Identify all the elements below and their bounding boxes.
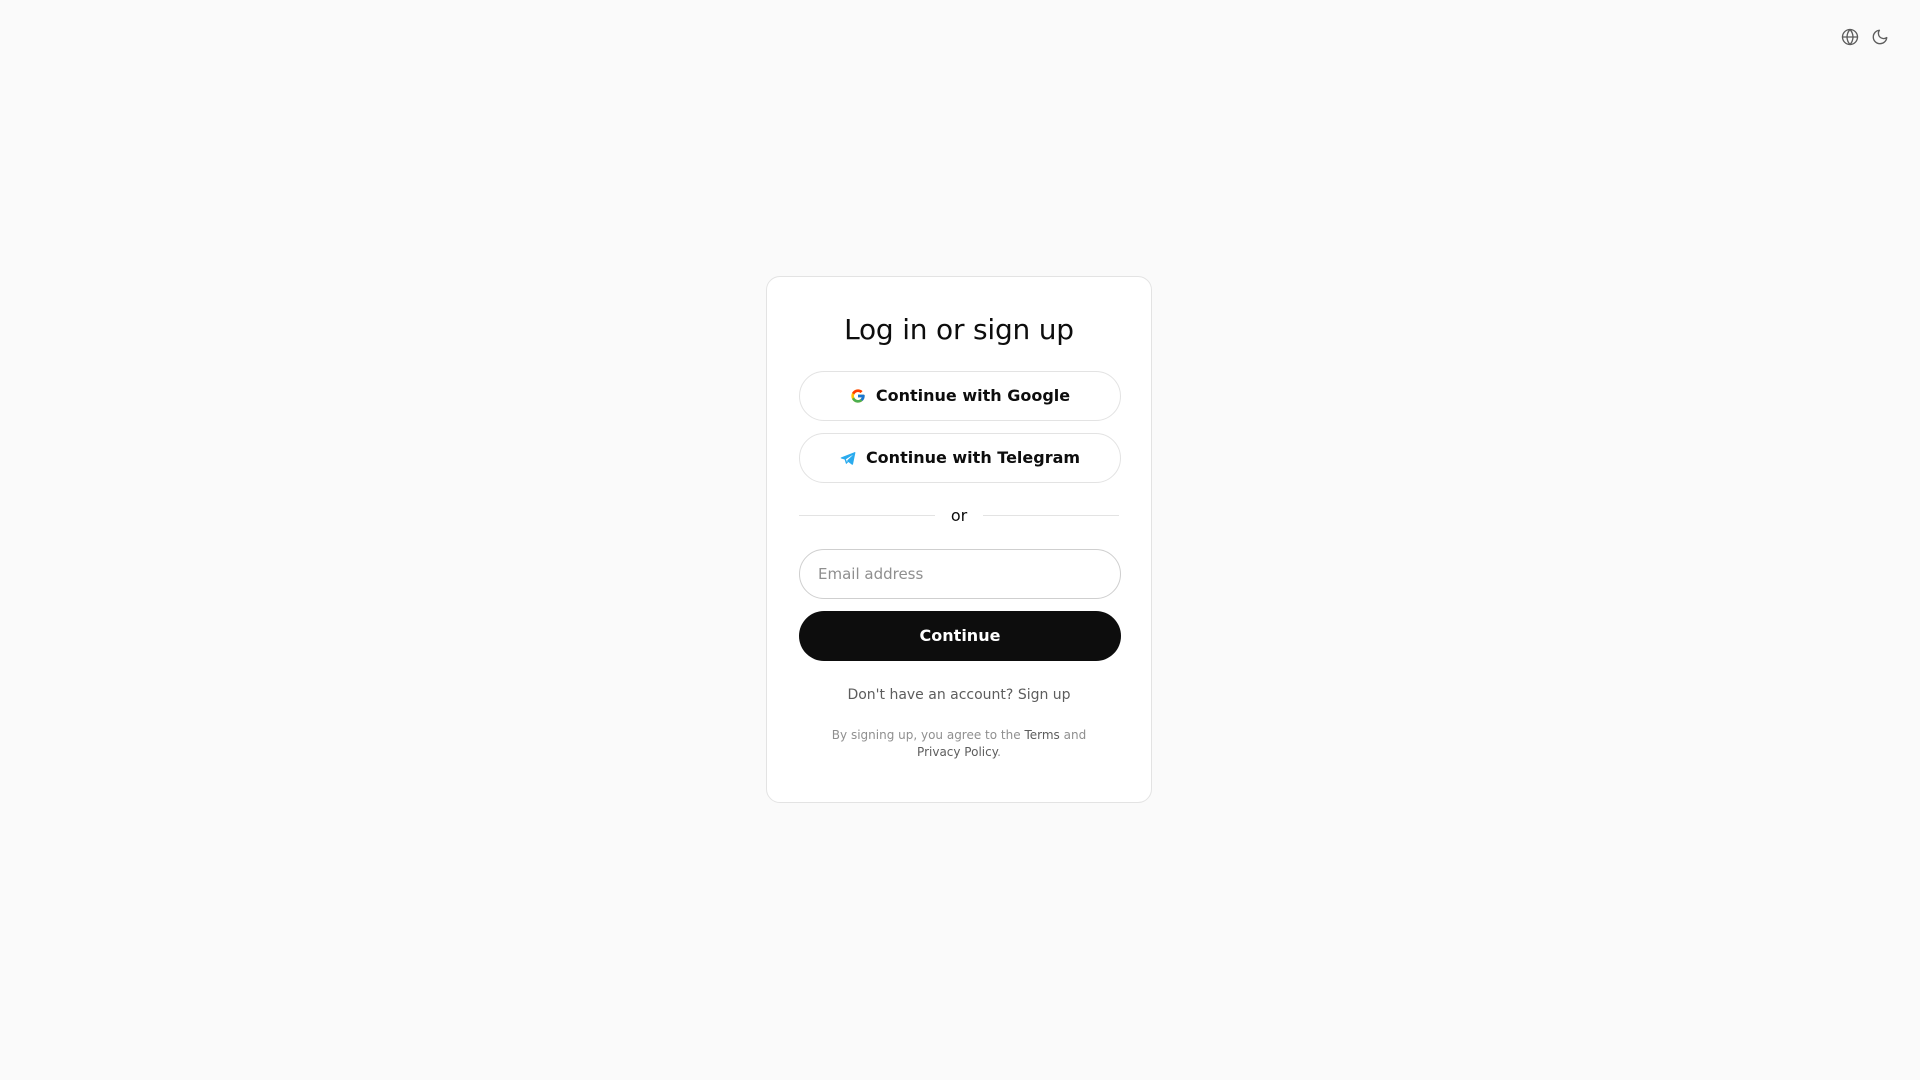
telegram-button-label: Continue with Telegram — [865, 448, 1081, 468]
divider-text: or — [950, 506, 968, 526]
email-input[interactable] — [799, 548, 1121, 599]
legal-prefix: By signing up, you agree to the — [831, 727, 1021, 742]
auth-card: Log in or sign up Continue with Google C… — [766, 276, 1152, 803]
continue-with-telegram-button[interactable]: Continue with Telegram — [799, 432, 1121, 483]
top-right-controls — [1840, 27, 1890, 47]
terms-link[interactable]: Terms — [1024, 728, 1059, 742]
divider-line-right — [983, 515, 1119, 517]
divider-line-left — [799, 515, 935, 517]
legal-and: and — [1063, 727, 1087, 742]
privacy-policy-link[interactable]: Privacy Policy — [917, 745, 997, 759]
sign-up-link[interactable]: Sign up — [1018, 687, 1071, 703]
continue-button[interactable]: Continue — [799, 610, 1121, 661]
google-button-label: Continue with Google — [875, 386, 1071, 406]
google-icon — [850, 388, 866, 404]
globe-icon[interactable] — [1840, 27, 1860, 47]
no-account-text: Don't have an account? — [847, 686, 1014, 703]
moon-icon[interactable] — [1870, 27, 1890, 47]
legal-suffix: . — [997, 744, 1001, 759]
continue-with-google-button[interactable]: Continue with Google — [799, 370, 1121, 421]
telegram-icon — [840, 450, 856, 466]
legal-notice: By signing up, you agree to the Terms an… — [824, 727, 1094, 761]
page-title: Log in or sign up — [844, 313, 1074, 346]
or-divider: or — [799, 505, 1119, 527]
signup-prompt: Don't have an account? Sign up — [799, 687, 1119, 703]
